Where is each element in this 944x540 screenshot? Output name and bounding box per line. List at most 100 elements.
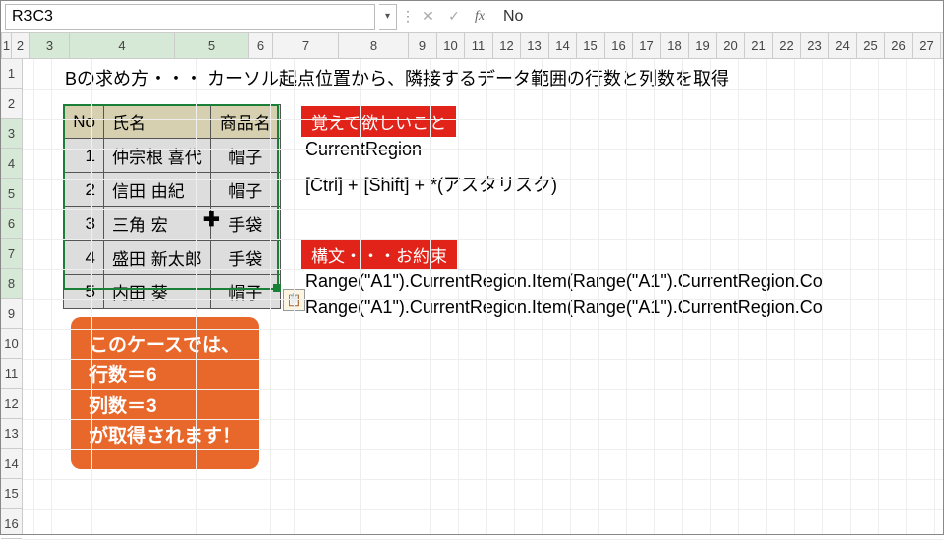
gridline <box>934 59 935 534</box>
gridline <box>458 59 459 534</box>
col-header[interactable]: 2 <box>12 33 30 58</box>
gridline <box>710 59 711 534</box>
gridline <box>654 59 655 534</box>
col-header[interactable]: 19 <box>689 33 717 58</box>
col-header[interactable]: 7 <box>273 33 339 58</box>
table-header-row: No 氏名 商品名 <box>64 105 281 139</box>
gridline <box>23 389 943 390</box>
gridline <box>51 59 52 534</box>
row-header[interactable]: 6 <box>1 209 22 239</box>
col-header[interactable]: 12 <box>493 33 521 58</box>
gridline <box>23 419 943 420</box>
table-row: 5内田 葵帽子 <box>64 275 281 309</box>
data-table: No 氏名 商品名 1仲宗根 喜代帽子2信田 由紀帽子3三角 宏手袋4盛田 新太… <box>63 104 281 309</box>
col-header[interactable]: 24 <box>829 33 857 58</box>
gridline <box>626 59 627 534</box>
gridline <box>23 89 943 90</box>
col-header[interactable]: 9 <box>409 33 437 58</box>
col-header[interactable]: 25 <box>857 33 885 58</box>
gridline <box>430 59 431 534</box>
callout-line: 列数＝3 <box>89 392 241 422</box>
col-header[interactable]: 1 <box>2 33 12 58</box>
col-header[interactable]: 5 <box>175 33 249 58</box>
excel-window: ▾ ⋮ ✕ ✓ fx No 12345678910111213141516171… <box>0 0 944 535</box>
badge-remember: 覚えて欲しいこと <box>301 106 456 137</box>
row-header[interactable]: 5 <box>1 179 22 209</box>
row-header[interactable]: 11 <box>1 359 22 389</box>
table-cell: 3 <box>64 207 104 241</box>
col-header[interactable]: 6 <box>249 33 273 58</box>
fb-drag-handle: ⋮ <box>401 8 413 25</box>
fx-icon[interactable]: fx <box>469 6 491 28</box>
gridline <box>486 59 487 534</box>
row-header[interactable]: 13 <box>1 419 22 449</box>
col-header[interactable]: 23 <box>801 33 829 58</box>
row-header[interactable]: 8 <box>1 269 22 299</box>
name-box[interactable] <box>5 4 375 30</box>
row-header[interactable]: 1 <box>1 59 22 89</box>
gridline <box>360 59 361 534</box>
gridline <box>738 59 739 534</box>
col-header[interactable]: 21 <box>745 33 773 58</box>
row-header[interactable]: 3 <box>1 119 22 149</box>
th-no: No <box>64 105 104 139</box>
column-headers: 1234567891011121314151617181920212223242… <box>1 33 943 59</box>
table-row: 2信田 由紀帽子 <box>64 173 281 207</box>
table-cell: 仲宗根 喜代 <box>104 139 211 173</box>
table-row: 1仲宗根 喜代帽子 <box>64 139 281 173</box>
gridline <box>23 509 943 510</box>
table-cell: 内田 葵 <box>104 275 211 309</box>
col-header[interactable]: 27 <box>913 33 941 58</box>
callout-line: このケースでは、 <box>89 331 241 361</box>
gridline <box>23 479 943 480</box>
col-header[interactable]: 4 <box>70 33 175 58</box>
gridline <box>766 59 767 534</box>
gridline <box>822 59 823 534</box>
note-shortcut: [Ctrl] + [Shift] + *(アスタリスク) <box>305 171 557 197</box>
col-header[interactable]: 13 <box>521 33 549 58</box>
gridline <box>514 59 515 534</box>
row-header[interactable]: 12 <box>1 389 22 419</box>
th-name: 氏名 <box>104 105 211 139</box>
row-header[interactable]: 9 <box>1 299 22 329</box>
col-header[interactable]: 20 <box>717 33 745 58</box>
table-cell: 5 <box>64 275 104 309</box>
col-header[interactable]: 26 <box>885 33 913 58</box>
heading-text-2: カーソル起点位置から、隣接するデータ範囲の行数と列数を取得 <box>207 65 729 91</box>
col-header[interactable]: 10 <box>437 33 465 58</box>
gridline <box>23 119 943 120</box>
gridline <box>878 59 879 534</box>
row-header[interactable]: 4 <box>1 149 22 179</box>
row-header[interactable]: 2 <box>1 89 22 119</box>
col-header[interactable]: 18 <box>661 33 689 58</box>
gridline <box>91 59 92 534</box>
confirm-formula-icon[interactable]: ✓ <box>443 6 465 28</box>
gridline <box>23 269 943 270</box>
callout-box: このケースでは、 行数＝6 列数＝3 が取得されます！ <box>71 317 259 469</box>
badge-syntax: 構文・・・お約束 <box>301 239 457 270</box>
note-code-1: Range("A1").CurrentRegion.Item(Range("A1… <box>305 271 823 292</box>
col-header[interactable]: 3 <box>30 33 70 58</box>
col-header[interactable]: 15 <box>577 33 605 58</box>
col-header[interactable]: 11 <box>465 33 493 58</box>
col-header[interactable]: 17 <box>633 33 661 58</box>
row-header[interactable]: 7 <box>1 239 22 269</box>
table-row: 3三角 宏手袋 <box>64 207 281 241</box>
gridline <box>570 59 571 534</box>
gridline <box>270 59 271 534</box>
gridline <box>23 449 943 450</box>
row-header[interactable]: 15 <box>1 479 22 509</box>
formula-value[interactable]: No <box>495 6 939 28</box>
row-header[interactable]: 10 <box>1 329 22 359</box>
gridline <box>23 209 943 210</box>
gridline <box>23 329 943 330</box>
col-header[interactable]: 22 <box>773 33 801 58</box>
gridline <box>23 149 943 150</box>
col-header[interactable]: 16 <box>605 33 633 58</box>
col-header[interactable]: 8 <box>339 33 409 58</box>
col-header[interactable]: 14 <box>549 33 577 58</box>
spreadsheet-grid[interactable]: Bの求め方・・・ カーソル起点位置から、隣接するデータ範囲の行数と列数を取得 N… <box>23 59 943 534</box>
row-header[interactable]: 14 <box>1 449 22 479</box>
cancel-formula-icon[interactable]: ✕ <box>417 6 439 28</box>
name-box-dropdown[interactable]: ▾ <box>379 4 397 30</box>
